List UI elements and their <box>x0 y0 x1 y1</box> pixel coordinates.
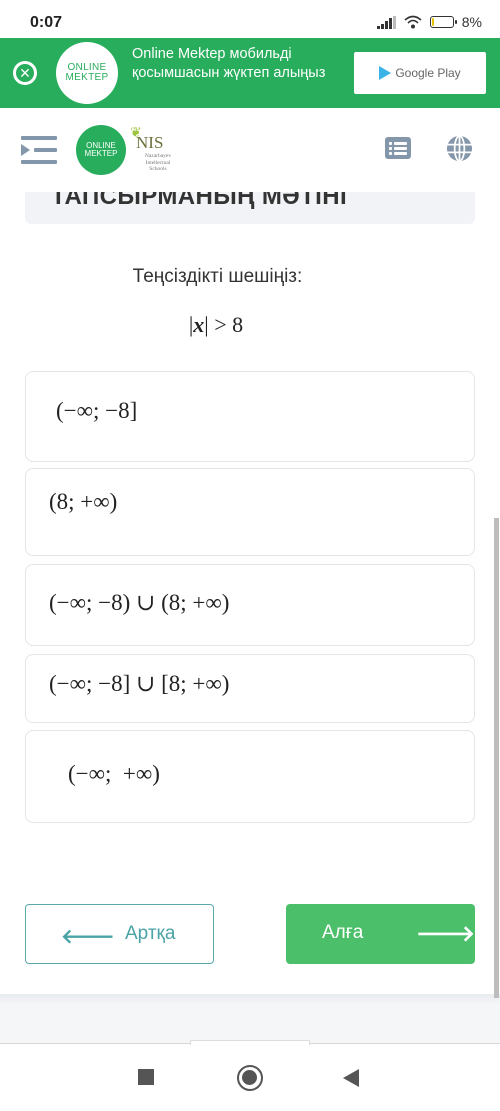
task-heading: ТАПСЫРМАНЫҢ МӘТІНІ <box>51 192 348 210</box>
arrow-right-icon: 🡒 <box>416 921 475 946</box>
formula-variable: x <box>193 312 205 337</box>
next-label: Алға <box>322 922 364 943</box>
scrollbar[interactable] <box>494 518 499 998</box>
arrow-left-icon: 🡐 <box>61 926 115 948</box>
online-mektep-banner-logo: ONLINE MEKTEP <box>56 42 118 104</box>
answer-option-2[interactable]: (8; +∞) <box>25 468 475 556</box>
option-label: (8; +∞) <box>49 489 118 514</box>
wifi-icon <box>404 15 422 29</box>
answer-option-5[interactable]: (−∞; +∞) <box>25 730 475 823</box>
card-shadow <box>0 994 500 1004</box>
status-time: 0:07 <box>30 14 63 31</box>
home-icon[interactable] <box>237 1065 263 1091</box>
battery-level-fill <box>431 18 434 26</box>
nis-subtitle-line: Schools <box>149 166 167 172</box>
recents-icon[interactable] <box>138 1069 154 1085</box>
status-icons: 8% <box>377 14 482 30</box>
option-label: (−∞; −8] <box>56 398 138 423</box>
battery-icon <box>429 16 457 28</box>
app-download-banner: ✕ ONLINE MEKTEP Online Mektep мобильді қ… <box>0 38 500 108</box>
back-label: Артқа <box>125 923 176 944</box>
next-button[interactable]: Алға 🡒 <box>286 904 475 964</box>
option-label: (−∞; −8] ∪ [8; +∞) <box>49 671 230 696</box>
question-text: Теңсіздікті шешіңіз: <box>132 266 303 287</box>
task-heading-card: ТАПСЫРМАНЫҢ МӘТІНІ <box>25 192 475 224</box>
status-bar: 0:07 8% <box>0 0 500 38</box>
question-formula: |x| > 8 <box>0 312 432 338</box>
banner-message: Online Mektep мобильді қосымшасын жүктеп… <box>132 46 326 81</box>
logo-line-2: MEKTEP <box>65 72 109 83</box>
close-circle-icon[interactable]: ✕ <box>13 61 37 85</box>
om-logo-line-2: MEKTEP <box>84 149 118 158</box>
list-icon[interactable] <box>385 137 411 159</box>
google-play-label: Google Play <box>395 66 461 80</box>
back-button[interactable]: 🡐 Артқа <box>25 904 214 964</box>
option-label: (−∞; +∞) <box>68 761 160 786</box>
formula-relation: > 8 <box>208 312 244 337</box>
signal-icon <box>377 15 396 29</box>
system-nav-bar <box>0 1045 500 1111</box>
back-triangle-icon[interactable] <box>343 1069 359 1087</box>
menu-collapse-icon[interactable] <box>21 136 57 164</box>
nis-logo: ❦ NIS Nazarbayev Intellectual Schools <box>128 124 178 176</box>
answer-option-3[interactable]: (−∞; −8) ∪ (8; +∞) <box>25 564 475 646</box>
page-footer <box>0 1000 500 1046</box>
google-play-icon <box>379 66 392 80</box>
nis-subtitle: Nazarbayev Intellectual Schools <box>136 153 180 173</box>
option-label: (−∞; −8) ∪ (8; +∞) <box>49 590 230 615</box>
site-header: ONLINE MEKTEP ❦ NIS Nazarbayev Intellect… <box>0 108 500 192</box>
nis-title: NIS <box>136 133 164 152</box>
globe-icon[interactable] <box>446 135 473 162</box>
battery-percent: 8% <box>461 14 482 30</box>
answer-option-4[interactable]: (−∞; −8] ∪ [8; +∞) <box>25 654 475 723</box>
answer-option-1[interactable]: (−∞; −8] <box>25 371 475 462</box>
online-mektep-logo[interactable]: ONLINE MEKTEP <box>76 125 126 175</box>
google-play-button[interactable]: Google Play <box>354 52 486 94</box>
